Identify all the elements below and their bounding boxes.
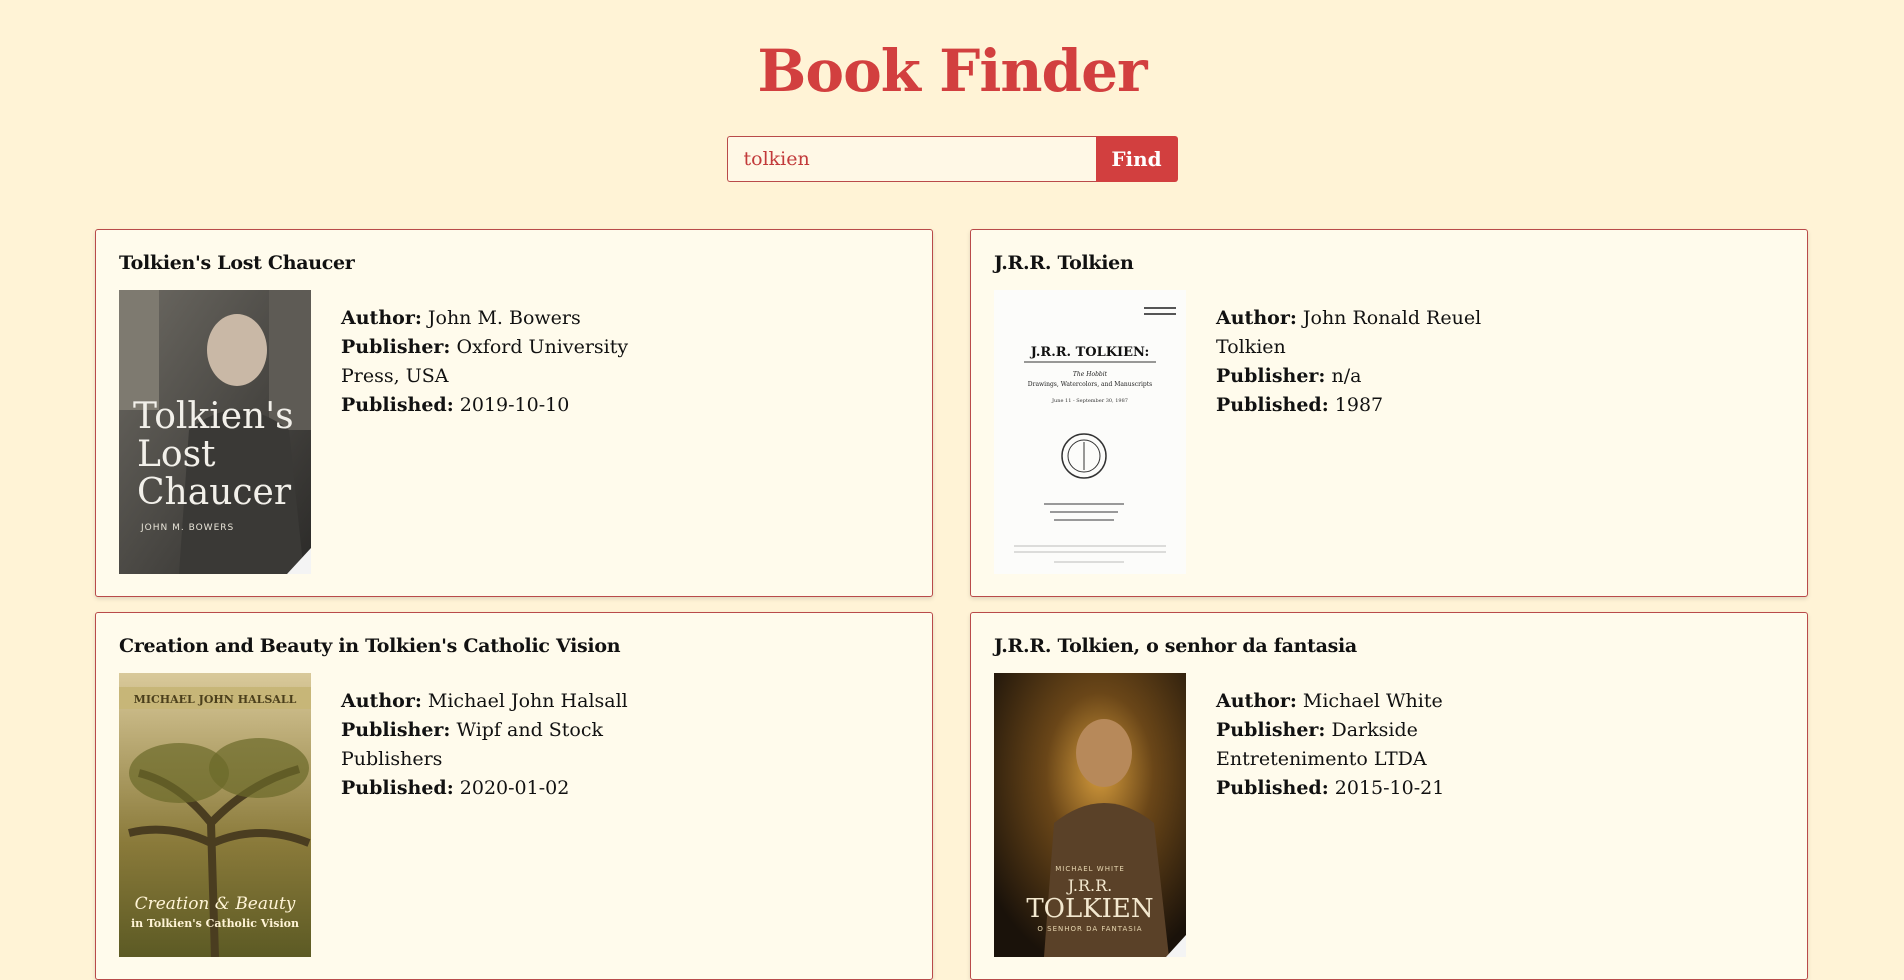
- author-value: Michael White: [1302, 690, 1443, 712]
- cover-text: June 11 - September 30, 1987: [1051, 398, 1128, 404]
- published-row: Published: 2015-10-21: [1216, 777, 1445, 799]
- cover-text: MICHAEL WHITE: [1055, 865, 1125, 873]
- book-details: Author: Michael White Publisher: Darksid…: [1216, 687, 1556, 957]
- published-value: 2015-10-21: [1334, 777, 1445, 799]
- cover-text: in Tolkien's Catholic Vision: [131, 917, 299, 930]
- cover-text: Drawings, Watercolors, and Manuscripts: [1028, 381, 1152, 388]
- book-cover-image: J.R.R. TOLKIEN: The Hobbit Drawings, Wat…: [994, 290, 1186, 574]
- book-title: Creation and Beauty in Tolkien's Catholi…: [119, 635, 621, 657]
- search-form: Find: [0, 136, 1904, 182]
- author-row: Author: Michael White: [1216, 690, 1443, 712]
- find-button[interactable]: Find: [1095, 136, 1178, 182]
- book-details: Author: Michael John Halsall Publisher: …: [341, 687, 681, 957]
- page-title: Book Finder: [757, 37, 1147, 105]
- book-card[interactable]: J.R.R. Tolkien, o senhor da fantasia MIC…: [970, 612, 1808, 980]
- author-value: Michael John Halsall: [427, 690, 628, 712]
- cover-text: TOLKIEN: [1026, 894, 1153, 924]
- cover-text: J.R.R.: [1066, 876, 1113, 895]
- published-value: 2019-10-10: [459, 394, 570, 416]
- book-cover-image: Tolkien's Lost Chaucer JOHN M. BOWERS: [119, 290, 311, 574]
- author-row: Author: John Ronald Reuel Tolkien: [1216, 307, 1482, 358]
- published-row: Published: 1987: [1216, 394, 1384, 416]
- search-input[interactable]: [726, 136, 1096, 182]
- author-value: John M. Bowers: [427, 307, 581, 329]
- cover-text: JOHN M. BOWERS: [140, 523, 234, 533]
- author-row: Author: Michael John Halsall: [341, 690, 628, 712]
- publisher-value: n/a: [1331, 365, 1362, 387]
- book-details: Author: John M. Bowers Publisher: Oxford…: [341, 304, 681, 574]
- published-value: 1987: [1334, 394, 1384, 416]
- book-title: J.R.R. Tolkien, o senhor da fantasia: [994, 635, 1357, 657]
- cover-text: O SENHOR DA FANTASIA: [1037, 925, 1142, 933]
- book-card[interactable]: Tolkien's Lost Chaucer Tolkien's Lost Ch…: [95, 229, 933, 597]
- cover-text: The Hobbit: [1073, 371, 1108, 378]
- publisher-row: Publisher: Oxford University Press, USA: [341, 336, 629, 387]
- book-cover-image: MICHAEL WHITE J.R.R. TOLKIEN O SENHOR DA…: [994, 673, 1186, 957]
- results-grid: Tolkien's Lost Chaucer Tolkien's Lost Ch…: [95, 229, 1808, 980]
- book-title: Tolkien's Lost Chaucer: [119, 252, 355, 274]
- publisher-row: Publisher: Darkside Entretenimento LTDA: [1216, 719, 1427, 770]
- published-value: 2020-01-02: [459, 777, 570, 799]
- book-card[interactable]: Creation and Beauty in Tolkien's Catholi…: [95, 612, 933, 980]
- cover-text: Chaucer: [137, 472, 292, 513]
- published-row: Published: 2020-01-02: [341, 777, 570, 799]
- published-row: Published: 2019-10-10: [341, 394, 570, 416]
- cover-text: Lost: [137, 434, 216, 475]
- book-cover-image: MICHAEL JOHN HALSALL Creation & Beauty i…: [119, 673, 311, 957]
- publisher-row: Publisher: n/a: [1216, 365, 1362, 387]
- cover-text: Creation & Beauty: [135, 894, 296, 914]
- book-card[interactable]: J.R.R. Tolkien J.R.R. TOLKIEN: The Hobbi…: [970, 229, 1808, 597]
- book-details: Author: John Ronald Reuel Tolkien Publis…: [1216, 304, 1556, 574]
- cover-text: Tolkien's: [133, 396, 294, 437]
- publisher-row: Publisher: Wipf and Stock Publishers: [341, 719, 604, 770]
- author-row: Author: John M. Bowers: [341, 307, 581, 329]
- cover-text: J.R.R. TOLKIEN:: [1030, 345, 1150, 360]
- book-title: J.R.R. Tolkien: [994, 252, 1134, 274]
- cover-text: MICHAEL JOHN HALSALL: [134, 693, 297, 706]
